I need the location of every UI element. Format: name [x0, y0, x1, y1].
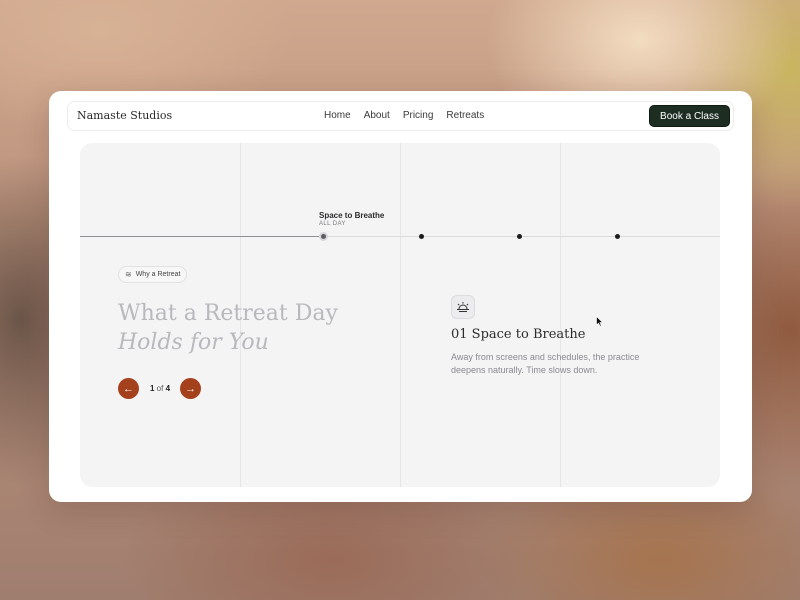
page-title: What a Retreat Day Holds for You	[118, 299, 338, 357]
nav-link-pricing[interactable]: Pricing	[403, 110, 434, 121]
timeline-point[interactable]	[517, 234, 522, 239]
timeline-progress	[80, 236, 323, 237]
why-retreat-chip: ≋ Why a Retreat	[118, 266, 188, 283]
sunrise-icon	[451, 295, 475, 319]
timeline-point[interactable]	[419, 234, 424, 239]
sunrise-glyph	[457, 302, 469, 312]
headline-line-1: What a Retreat Day	[118, 301, 338, 326]
page-separator: of	[154, 384, 166, 393]
grid-divider	[400, 143, 401, 487]
prev-button[interactable]: ←	[118, 378, 139, 399]
nav-link-home[interactable]: Home	[324, 110, 351, 121]
pager: ← 1 of 4 →	[118, 378, 202, 399]
arrow-right-icon: →	[185, 382, 197, 395]
next-button[interactable]: →	[180, 378, 202, 399]
feature-description: Away from screens and schedules, the pra…	[451, 352, 640, 375]
timeline-point-active[interactable]	[319, 232, 328, 241]
top-navbar: Namaste Studios Home About Pricing Retre…	[67, 101, 734, 131]
nav-link-about[interactable]: About	[364, 110, 390, 121]
brand-logo[interactable]: Namaste Studios	[77, 109, 172, 122]
retreat-panel: Space to Breathe ALL DAY ≋ Why a Retreat…	[80, 143, 720, 487]
book-class-button[interactable]: Book a Class	[649, 105, 730, 127]
waves-icon: ≋	[125, 270, 132, 279]
timeline-step-subtitle: ALL DAY	[319, 221, 346, 227]
timeline-point[interactable]	[615, 234, 620, 239]
mouse-cursor-icon	[596, 316, 604, 327]
feature-title: 01 Space to Breathe	[451, 327, 586, 342]
page-total: 4	[165, 384, 171, 393]
page-indicator: 1 of 4	[150, 384, 170, 393]
timeline-step-title: Space to Breathe	[319, 211, 385, 220]
nav-link-retreats[interactable]: Retreats	[446, 110, 484, 121]
nav-links: Home About Pricing Retreats	[324, 110, 497, 121]
arrow-left-icon: ←	[123, 382, 134, 395]
grid-divider	[560, 143, 561, 487]
headline-line-2: Holds for You	[118, 330, 269, 355]
app-window: Namaste Studios Home About Pricing Retre…	[49, 91, 752, 502]
chip-label: Why a Retreat	[135, 271, 181, 278]
